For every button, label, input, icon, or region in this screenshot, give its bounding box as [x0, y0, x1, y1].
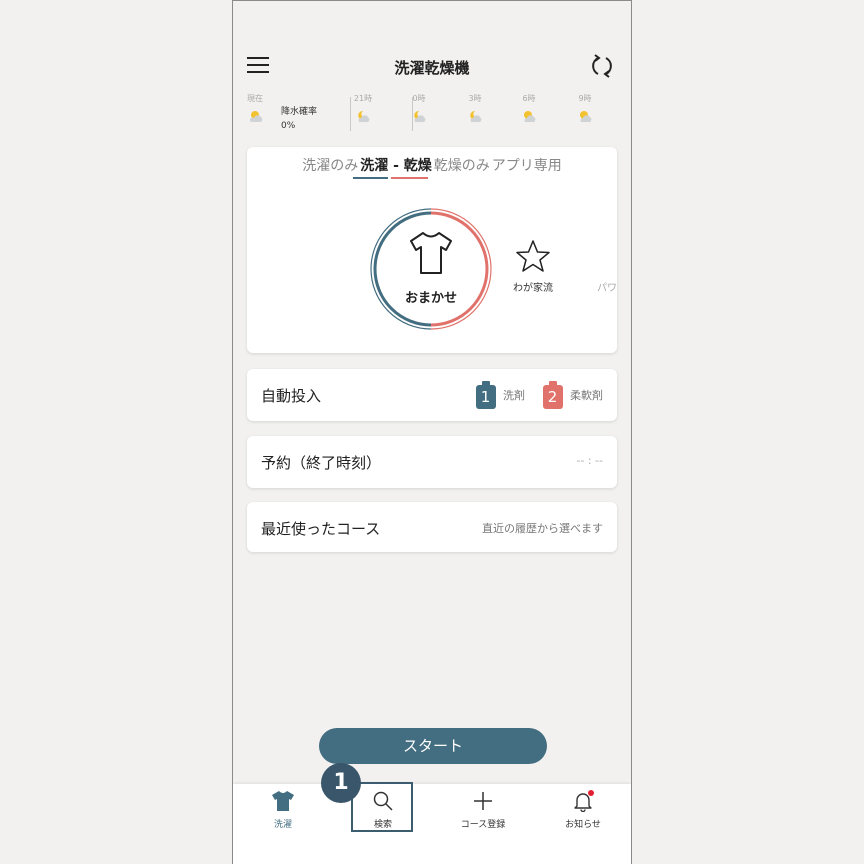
shirt-icon	[272, 791, 294, 811]
auto-dose-title: 自動投入	[261, 387, 322, 405]
plus-icon	[474, 792, 492, 810]
softener-label: 柔軟剤	[570, 389, 603, 402]
course-label: おまかせ	[404, 291, 457, 306]
moon-cloudy-icon	[358, 110, 370, 122]
weather-time-label: 0時	[412, 94, 426, 103]
page-title: 洗濯乾燥機	[394, 59, 470, 77]
course-favorite[interactable]: わが家流	[503, 239, 563, 294]
mode-tab[interactable]: 洗濯のみ	[302, 155, 358, 175]
reservation-row[interactable]: 予約（終了時刻） -- : --	[247, 436, 617, 488]
weather-time-label: 現在	[247, 94, 263, 103]
search-highlight-box	[351, 782, 413, 832]
reservation-title: 予約（終了時刻）	[261, 454, 382, 472]
weather-time-label: 9時	[578, 94, 592, 103]
weather-hour: 3時	[455, 93, 495, 128]
bottom-navigation: 洗濯 検索 コース登録 お知らせ	[233, 784, 631, 864]
moon-cloudy-icon	[470, 110, 482, 122]
tab-underline-wash	[353, 177, 388, 179]
nav-label: 洗濯	[273, 820, 292, 830]
weather-time-label: 3時	[468, 94, 482, 103]
recent-title: 最近使ったコース	[261, 520, 381, 538]
auto-dose-status: 1 洗剤 2 柔軟剤	[475, 381, 603, 409]
mode-tabs: 洗濯のみ 洗濯 - 乾燥 乾燥のみ アプリ専用	[247, 155, 617, 175]
phone-screen: 洗濯乾燥機 現在 降水確率 0% 21時 0時 3時 6時 9時 洗濯のみ 洗濯 - 乾燥…	[232, 0, 632, 864]
auto-dose-row[interactable]: 自動投入 1 洗剤 2 柔軟剤	[247, 369, 617, 421]
course-favorite-label: わが家流	[513, 283, 553, 294]
course-next-partial[interactable]: パワ	[597, 279, 617, 294]
weather-time-label: 6時	[522, 94, 536, 103]
sunny-cloudy-icon	[580, 111, 592, 122]
weather-now: 現在	[235, 93, 275, 128]
rain-probability: 降水確率 0%	[281, 105, 317, 133]
rain-label: 降水確率	[281, 107, 318, 117]
refresh-icon[interactable]	[589, 53, 615, 79]
weather-hour: 6時	[509, 93, 549, 128]
weather-hour: 9時	[565, 93, 605, 128]
recent-hint: 直近の履歴から選べます	[482, 522, 603, 535]
course-omakase[interactable]: おまかせ	[367, 205, 495, 333]
reservation-value: -- : --	[576, 454, 603, 467]
course-selector-card: 洗濯のみ 洗濯 - 乾燥 乾燥のみ アプリ専用 おまかせ わが家流 パワ	[247, 147, 617, 353]
app-header: 洗濯乾燥機	[233, 49, 631, 85]
mode-tab[interactable]: アプリ専用	[492, 155, 562, 175]
nav-label: コース登録	[460, 820, 506, 830]
softener-bottle-icon: 2	[542, 381, 563, 409]
weather-hour: 21時	[343, 93, 383, 128]
start-button[interactable]: スタート	[319, 728, 547, 764]
mode-tab[interactable]: 乾燥のみ	[434, 155, 490, 175]
mode-tab[interactable]: 洗濯 - 乾燥	[360, 155, 432, 175]
detergent-label: 洗剤	[503, 389, 525, 402]
star-icon	[516, 240, 550, 272]
moon-cloudy-icon	[414, 110, 426, 122]
nav-item-notifications[interactable]: お知らせ	[543, 790, 623, 830]
recent-courses-row[interactable]: 最近使ったコース 直近の履歴から選べます	[247, 502, 617, 552]
sunny-cloudy-icon	[250, 111, 263, 122]
nav-label: お知らせ	[565, 820, 601, 830]
shirt-icon	[410, 232, 452, 274]
weather-hour: 0時	[399, 93, 439, 128]
tab-underline-dry	[391, 177, 428, 179]
detergent-bottle-icon: 1	[475, 381, 496, 409]
rain-value: 0%	[281, 121, 296, 131]
weather-forecast: 現在 降水確率 0% 21時 0時 3時 6時 9時	[233, 93, 631, 137]
weather-time-label: 21時	[353, 94, 373, 103]
nav-item-course-register[interactable]: コース登録	[443, 790, 523, 830]
notification-dot	[588, 790, 594, 796]
sunny-cloudy-icon	[524, 111, 536, 122]
step-badge: 1	[321, 763, 361, 803]
nav-item-wash[interactable]: 洗濯	[243, 790, 323, 830]
